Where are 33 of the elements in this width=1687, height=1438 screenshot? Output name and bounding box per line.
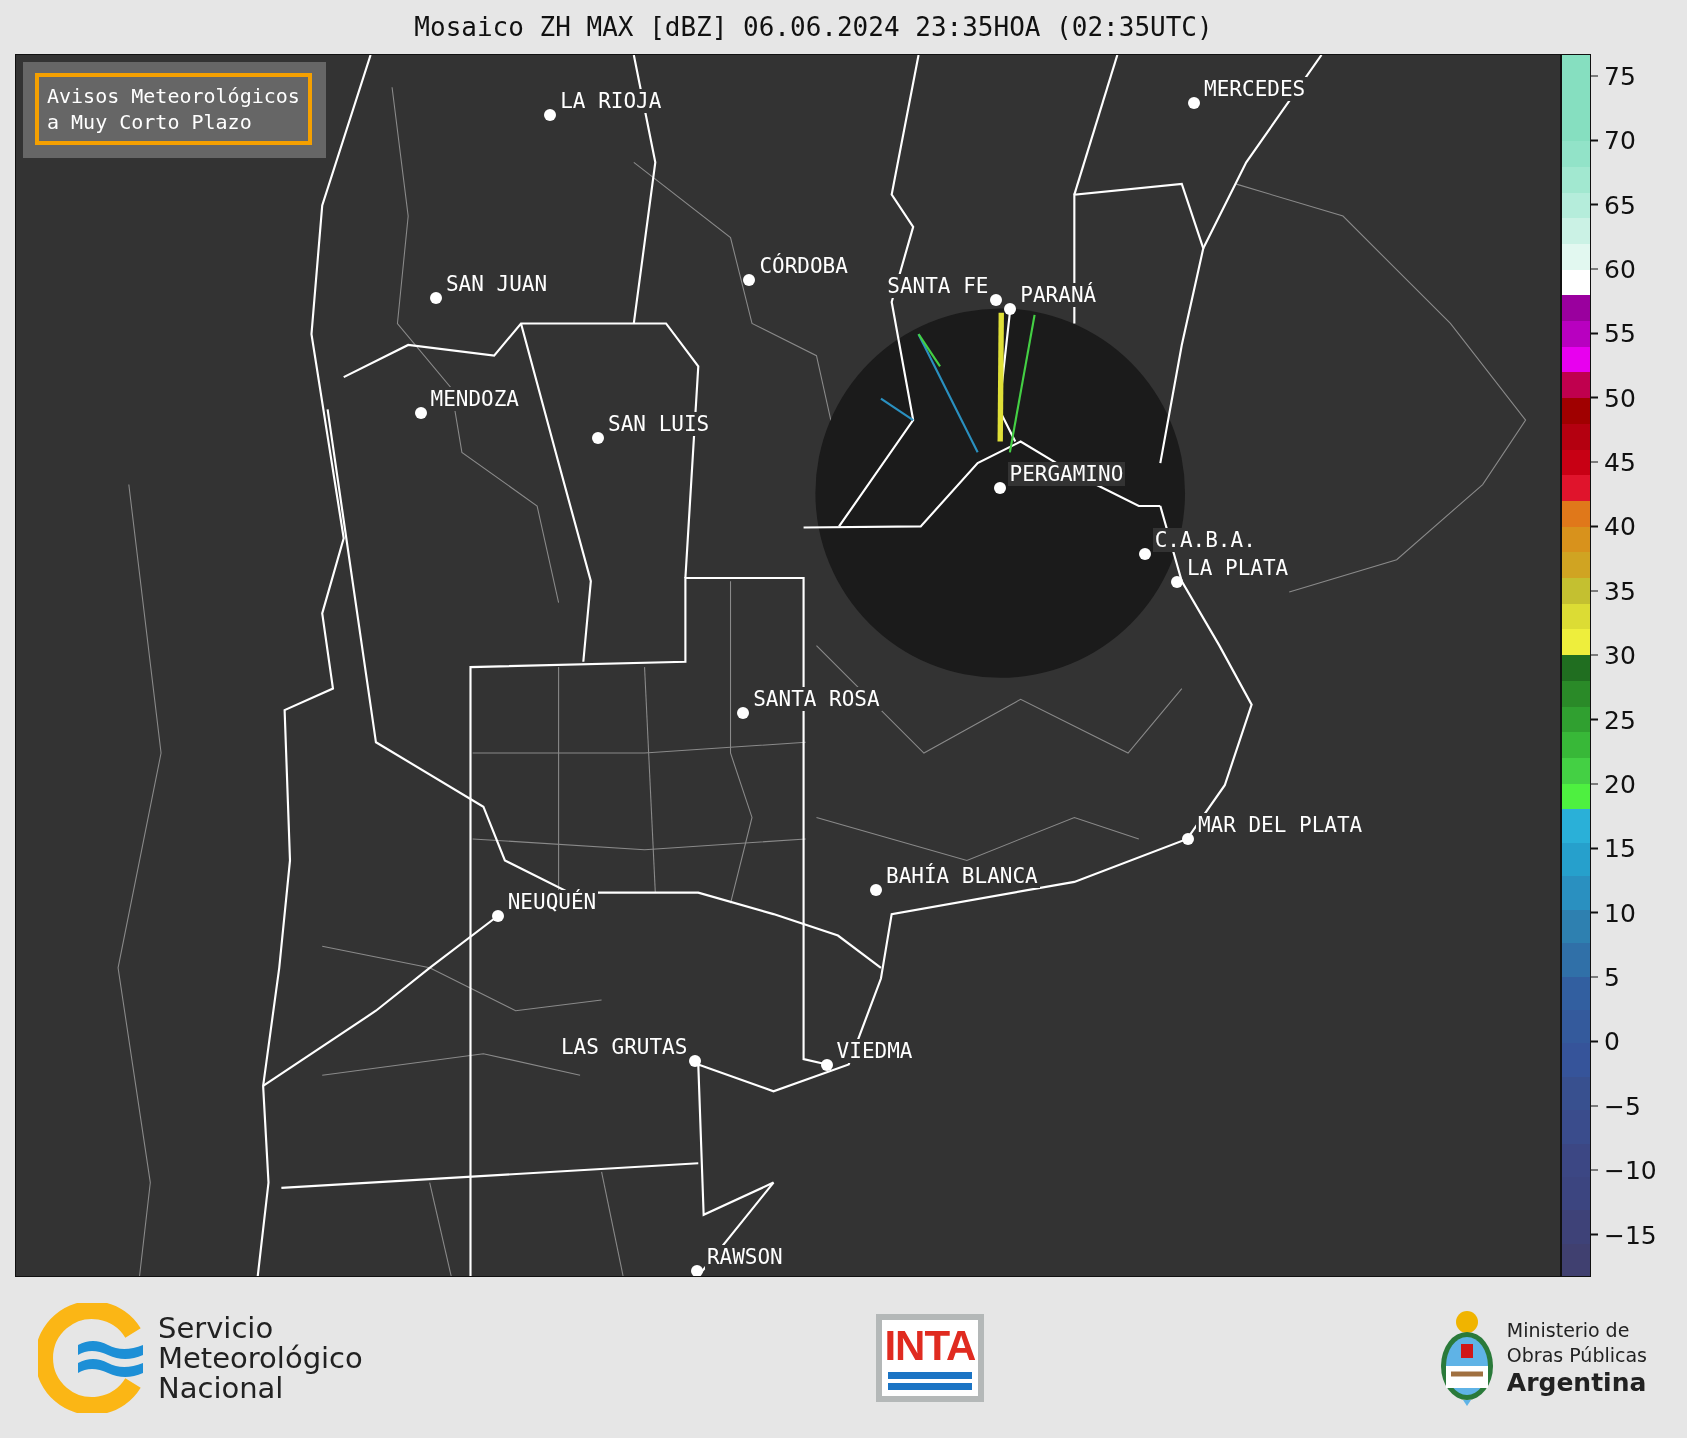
scale-tick-label: 60 [1604, 254, 1636, 284]
city-label: MERCEDES [1202, 76, 1308, 101]
scale-tick-label: 25 [1604, 705, 1636, 735]
inta-logo: INTA [875, 1313, 984, 1402]
scale-tick-label: 70 [1604, 125, 1636, 155]
chart-title: Mosaico ZH MAX [dBZ] 06.06.2024 23:35HOA (02:35UTC) [413, 11, 1214, 44]
notice-text: Avisos Meteorológicos a Muy Corto Plazo [35, 73, 312, 145]
scale-tick-label: −10 [1604, 1155, 1657, 1185]
city-label: RAWSON [704, 1245, 785, 1270]
scale-tick-label: 30 [1604, 640, 1636, 670]
logo-text: Ministerio de Obras Públicas Argentina [1506, 1317, 1647, 1398]
scale-tick-label: 0 [1604, 1026, 1620, 1056]
scale-tick-label: 55 [1604, 318, 1636, 348]
scale-tick-label: 40 [1604, 511, 1636, 541]
city-label: MENDOZA [428, 386, 522, 411]
logo-text: Servicio Meteorológico Nacional [158, 1312, 363, 1403]
scale-tick-label: 5 [1604, 962, 1620, 992]
city-label: SANTA ROSA [751, 687, 882, 712]
scale-tick-label: 20 [1604, 769, 1636, 799]
scale-tick-label: 50 [1604, 383, 1636, 413]
city-label: PERGAMINO [1007, 462, 1126, 487]
radar-echo-line [880, 397, 914, 421]
scale-tick-label: 75 [1604, 61, 1636, 91]
city-marker [690, 1265, 703, 1276]
scale-tick-label: 35 [1604, 576, 1636, 606]
scale-tick-label: 65 [1604, 190, 1636, 220]
city-label: SANTA FE [885, 274, 991, 299]
scale-tick-label: −5 [1604, 1091, 1641, 1121]
scale-tick-label: −15 [1604, 1220, 1657, 1249]
scale-tick-label: 10 [1604, 898, 1636, 928]
scale-tick-label: 45 [1604, 447, 1636, 477]
scale-tick-label: 15 [1604, 833, 1636, 863]
city-label: BAHÍA BLANCA [884, 864, 1040, 889]
